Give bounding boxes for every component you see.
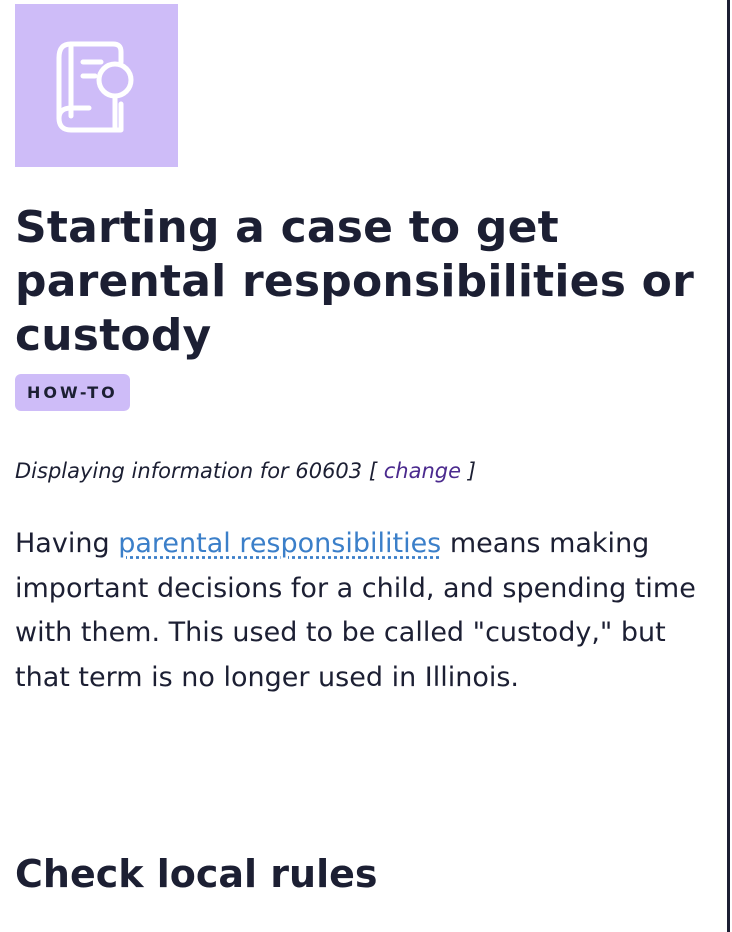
location-prefix: Displaying information for 60603 [ bbox=[15, 459, 378, 483]
parental-responsibilities-term-link[interactable]: parental responsibilities bbox=[118, 528, 441, 559]
check-local-rules-heading: Check local rules bbox=[15, 852, 378, 896]
book-search-icon bbox=[56, 41, 134, 133]
location-notice: Displaying information for 60603 [ chang… bbox=[15, 459, 476, 483]
change-location-link[interactable]: change bbox=[384, 459, 461, 483]
content-type-badge: HOW-TO bbox=[15, 374, 130, 411]
intro-lead: Having bbox=[15, 528, 110, 559]
article-type-icon-tile bbox=[15, 4, 178, 167]
page-title: Starting a case to get parental responsi… bbox=[15, 202, 694, 361]
intro-paragraph: Having parental responsibilities means m… bbox=[15, 522, 705, 700]
location-suffix: ] bbox=[467, 459, 476, 483]
viewport-right-border bbox=[727, 0, 730, 932]
